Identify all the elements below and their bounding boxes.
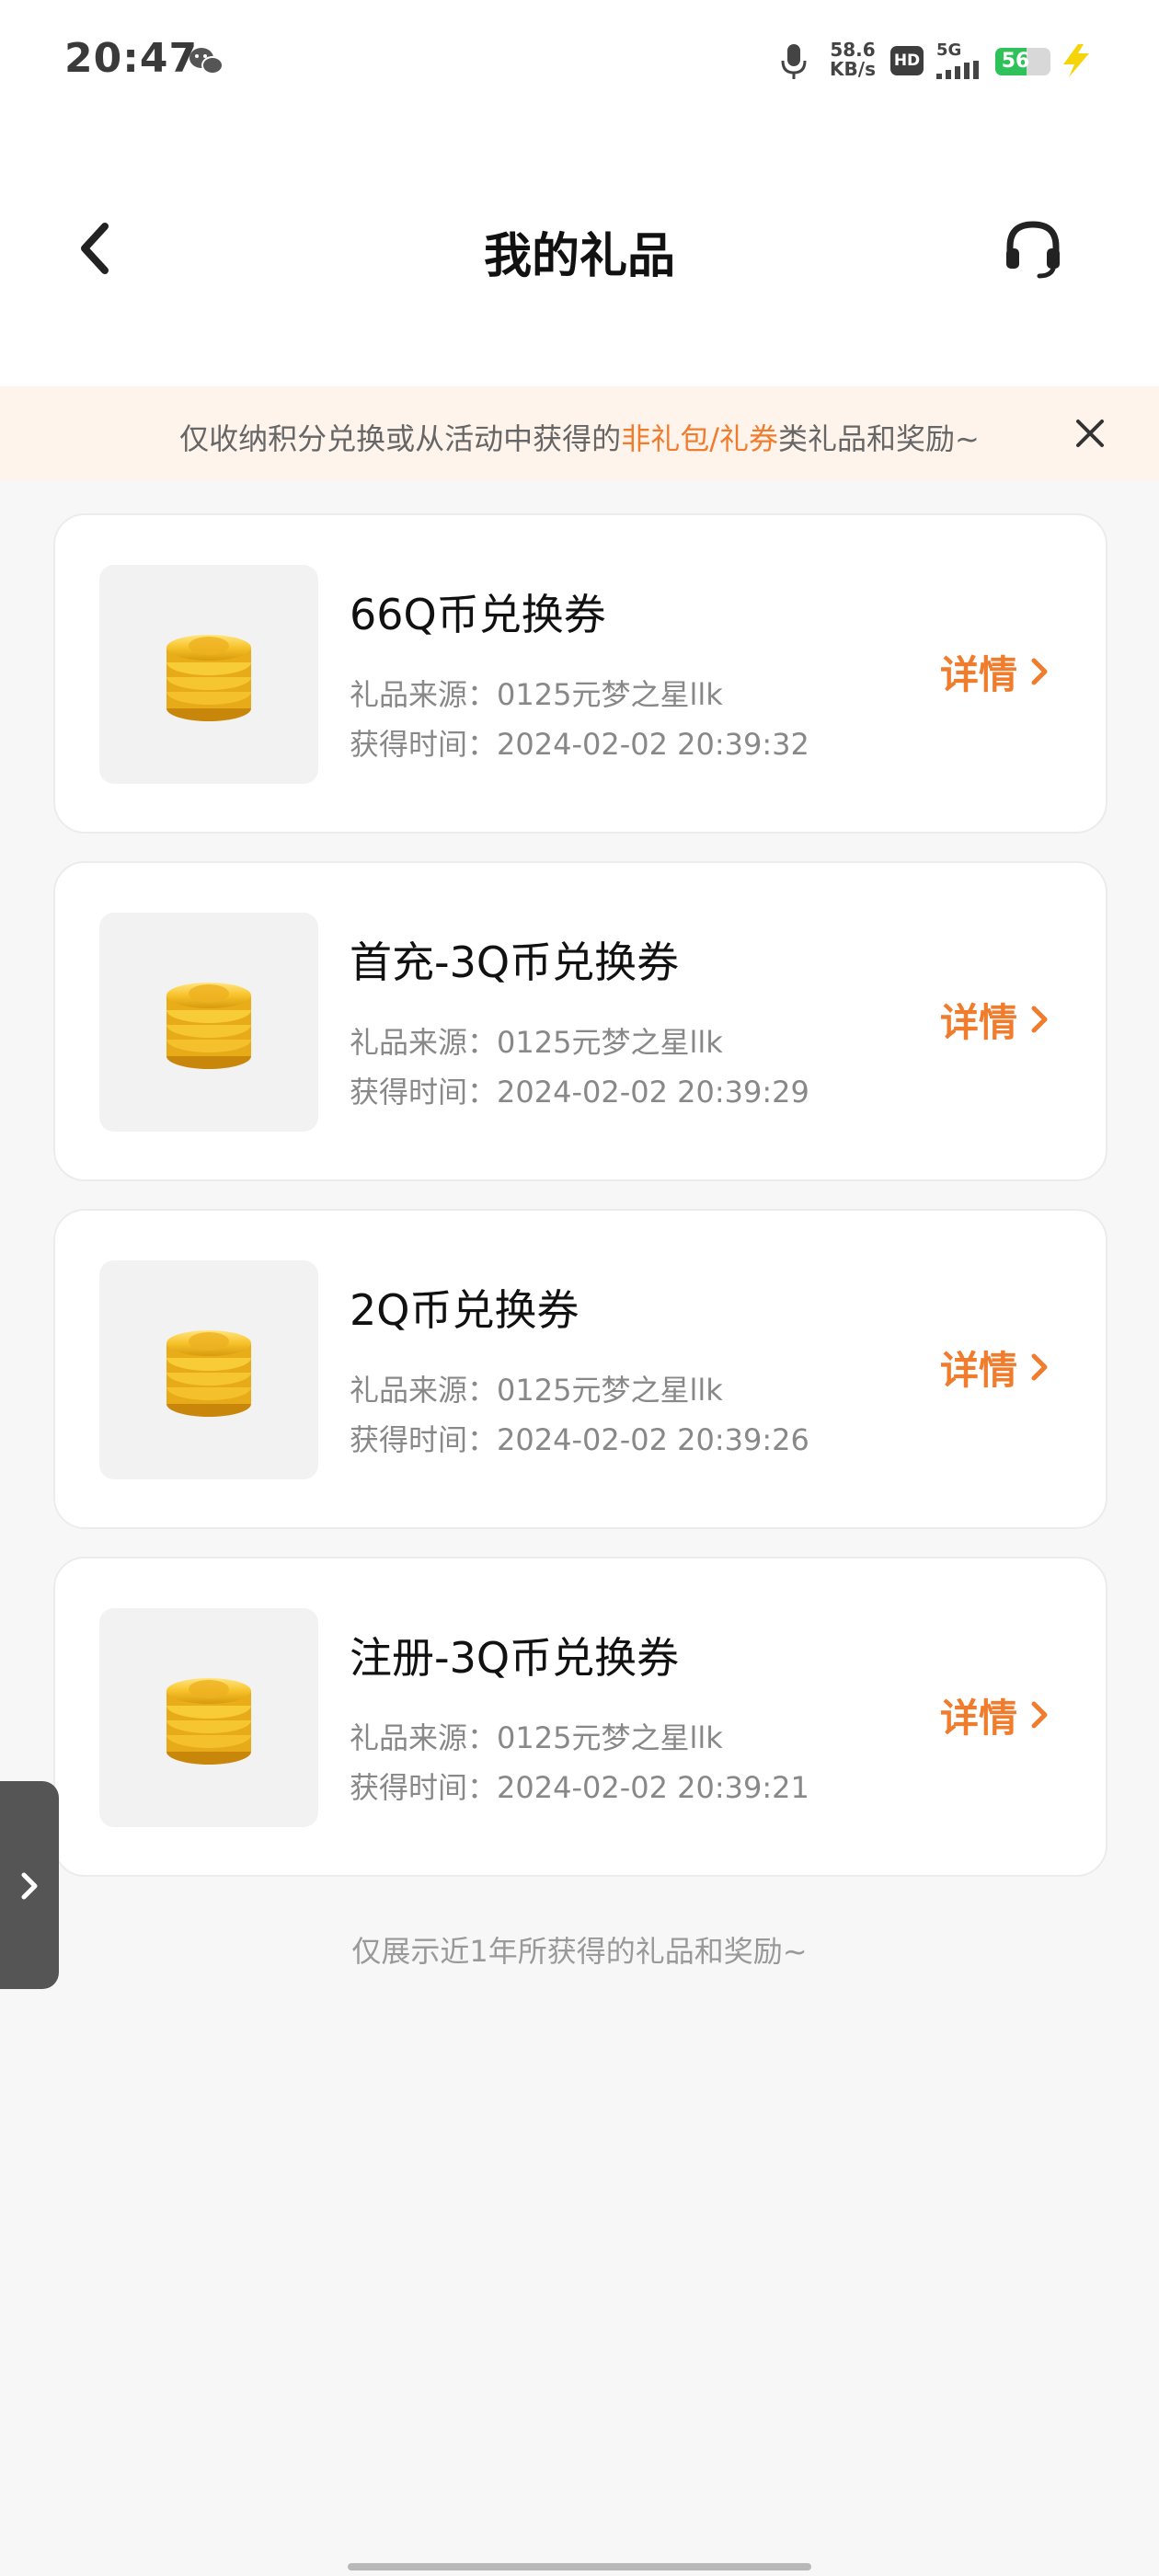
- page-title: 我的礼品: [483, 229, 675, 284]
- hd-badge: HD: [890, 46, 924, 75]
- gift-source: 礼品来源：0125元梦之星llk: [350, 677, 723, 712]
- gift-thumbnail: [99, 1608, 318, 1827]
- headset-icon[interactable]: [999, 212, 1067, 285]
- coin-stack-icon: [160, 1319, 258, 1420]
- status-time: 20:47: [64, 35, 199, 82]
- gift-thumbnail: [99, 913, 318, 1132]
- home-indicator[interactable]: [348, 2563, 811, 2570]
- detail-button[interactable]: 详情: [940, 1341, 1052, 1393]
- gift-name: 注册-3Q币兑换券: [350, 1633, 680, 1683]
- gifts-page: 20:47 58.6 KB/s HD 5G 56 我的礼品 仅收纳积分兑换或从活…: [0, 0, 1159, 2576]
- detail-label: 详情: [940, 1347, 1018, 1393]
- gift-card[interactable]: 注册-3Q币兑换券 礼品来源：0125元梦之星llk 获得时间：2024-02-…: [53, 1557, 1107, 1877]
- close-icon[interactable]: [1067, 410, 1113, 456]
- microphone-icon: [781, 44, 807, 79]
- notice-banner: 仅收纳积分兑换或从活动中获得的非礼包/礼券类礼品和奖励~: [0, 386, 1159, 480]
- gift-time: 获得时间：2024-02-02 20:39:26: [350, 1422, 809, 1457]
- chevron-right-icon: [1031, 1701, 1048, 1729]
- chevron-right-icon: [1031, 1353, 1048, 1381]
- gift-list: 66Q币兑换券 礼品来源：0125元梦之星llk 获得时间：2024-02-02…: [53, 513, 1107, 1904]
- nav-bar: 我的礼品: [0, 120, 1159, 386]
- notice-text-before: 仅收纳积分兑换或从活动中获得的: [179, 421, 622, 456]
- gift-name: 66Q币兑换券: [350, 590, 606, 639]
- battery-icon: 56: [995, 48, 1050, 75]
- gift-source: 礼品来源：0125元梦之星llk: [350, 1025, 723, 1060]
- gift-thumbnail: [99, 1260, 318, 1479]
- status-bar: 20:47 58.6 KB/s HD 5G 56: [0, 0, 1159, 120]
- gift-source: 礼品来源：0125元梦之星llk: [350, 1373, 723, 1408]
- detail-button[interactable]: 详情: [940, 646, 1052, 697]
- gift-time: 获得时间：2024-02-02 20:39:32: [350, 727, 809, 762]
- network-type: 5G: [936, 40, 962, 60]
- chevron-right-icon: [1031, 658, 1048, 685]
- notice-text: 仅收纳积分兑换或从活动中获得的非礼包/礼券类礼品和奖励~: [0, 416, 1159, 458]
- gift-card[interactable]: 66Q币兑换券 礼品来源：0125元梦之星llk 获得时间：2024-02-02…: [53, 513, 1107, 834]
- chevron-right-icon: [21, 1872, 38, 1900]
- detail-button[interactable]: 详情: [940, 1689, 1052, 1741]
- network-speed-unit: KB/s: [830, 58, 876, 80]
- charging-bolt-icon: [1063, 44, 1089, 77]
- detail-button[interactable]: 详情: [940, 994, 1052, 1045]
- gift-name: 2Q币兑换券: [350, 1285, 580, 1335]
- chevron-right-icon: [1031, 1006, 1048, 1033]
- side-expand-tab[interactable]: [0, 1781, 59, 1989]
- gift-thumbnail: [99, 565, 318, 784]
- notice-text-after: 类礼品和奖励~: [777, 421, 980, 456]
- signal-strength-icon: [936, 61, 979, 79]
- battery-level: 56: [1001, 50, 1030, 73]
- coin-stack-icon: [160, 972, 258, 1073]
- gift-time: 获得时间：2024-02-02 20:39:29: [350, 1075, 809, 1110]
- coin-stack-icon: [160, 1667, 258, 1768]
- notice-highlight: 非礼包/礼券: [621, 421, 778, 456]
- network-speed: 58.6 KB/s: [824, 40, 881, 79]
- gift-card[interactable]: 首充-3Q币兑换券 礼品来源：0125元梦之星llk 获得时间：2024-02-…: [53, 861, 1107, 1181]
- detail-label: 详情: [940, 651, 1018, 697]
- wechat-icon: [189, 48, 224, 75]
- gift-source: 礼品来源：0125元梦之星llk: [350, 1720, 723, 1755]
- detail-label: 详情: [940, 1695, 1018, 1741]
- network-speed-value: 58.6: [830, 39, 876, 61]
- detail-label: 详情: [940, 999, 1018, 1045]
- footer-note: 仅展示近1年所获得的礼品和奖励~: [351, 1934, 808, 1969]
- gift-card[interactable]: 2Q币兑换券 礼品来源：0125元梦之星llk 获得时间：2024-02-02 …: [53, 1209, 1107, 1529]
- gift-name: 首充-3Q币兑换券: [350, 937, 680, 987]
- coin-stack-icon: [160, 624, 258, 725]
- gift-time: 获得时间：2024-02-02 20:39:21: [350, 1770, 809, 1805]
